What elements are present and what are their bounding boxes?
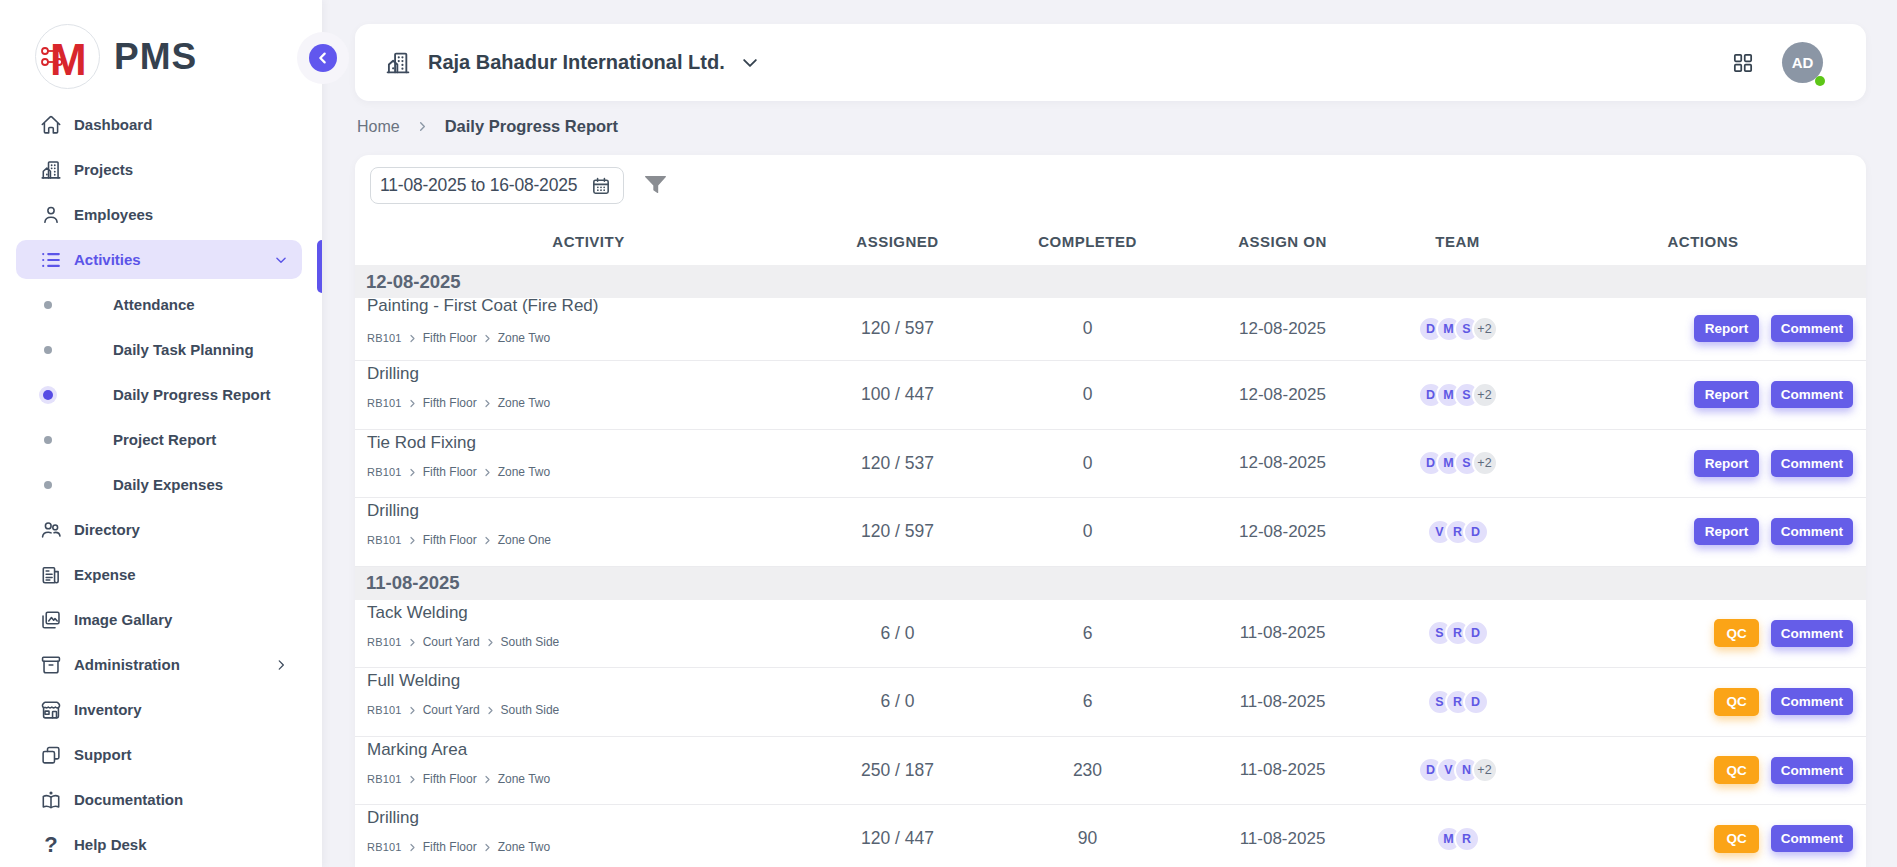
- svg-text:M: M: [50, 35, 87, 84]
